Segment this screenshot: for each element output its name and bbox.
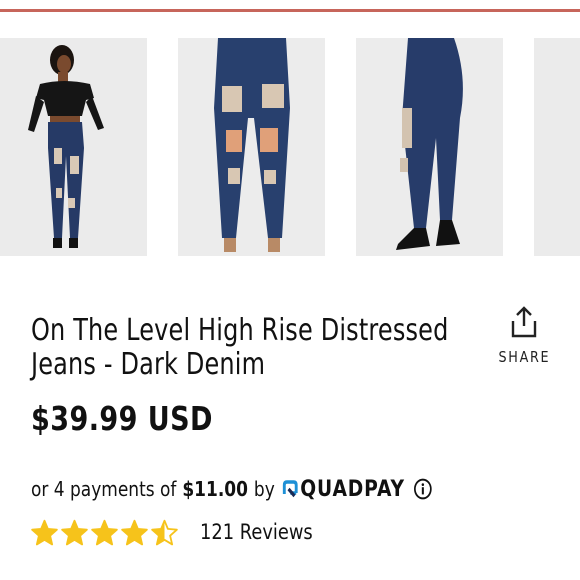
share-button[interactable]: SHARE bbox=[494, 305, 554, 366]
product-image-2[interactable] bbox=[178, 38, 325, 256]
share-icon bbox=[511, 306, 537, 338]
star-full-icon bbox=[91, 519, 118, 545]
reviews-link[interactable]: 121 Reviews bbox=[200, 520, 313, 544]
product-image-1[interactable] bbox=[0, 38, 147, 256]
share-label: SHARE bbox=[498, 348, 551, 366]
star-full-icon bbox=[31, 519, 58, 545]
top-accent-rule bbox=[0, 9, 580, 12]
installment-prefix: or 4 payments of bbox=[31, 477, 177, 501]
installment-by: by bbox=[253, 477, 275, 501]
quadpay-mark-icon bbox=[282, 480, 298, 498]
product-image-gallery[interactable] bbox=[0, 38, 580, 256]
quadpay-logo: QUADPAY bbox=[282, 477, 405, 502]
jeans-side-view-image bbox=[356, 38, 503, 256]
product-title-line-1: On The Level High Rise Distressed bbox=[31, 313, 449, 348]
product-image-4[interactable] bbox=[534, 38, 580, 256]
installment-payments-line: or 4 payments of $11.00 by QUADPAY bbox=[31, 476, 432, 502]
quadpay-wordmark: QUADPAY bbox=[300, 476, 405, 502]
jeans-front-closeup-image bbox=[178, 38, 325, 256]
star-full-icon bbox=[121, 519, 148, 545]
installment-amount: $11.00 bbox=[182, 477, 248, 501]
star-half-icon bbox=[151, 519, 178, 545]
product-title-line-2: Jeans - Dark Denim bbox=[31, 347, 266, 382]
product-image-3[interactable] bbox=[356, 38, 503, 256]
info-icon[interactable] bbox=[413, 478, 432, 500]
model-front-full-image bbox=[0, 38, 147, 256]
rating-stars bbox=[31, 519, 181, 546]
product-price: $39.99 USD bbox=[31, 399, 213, 438]
product-rating[interactable]: 121 Reviews bbox=[31, 516, 333, 548]
product-title: On The Level High Rise Distressed Jeans … bbox=[31, 313, 449, 382]
star-full-icon bbox=[61, 519, 88, 545]
